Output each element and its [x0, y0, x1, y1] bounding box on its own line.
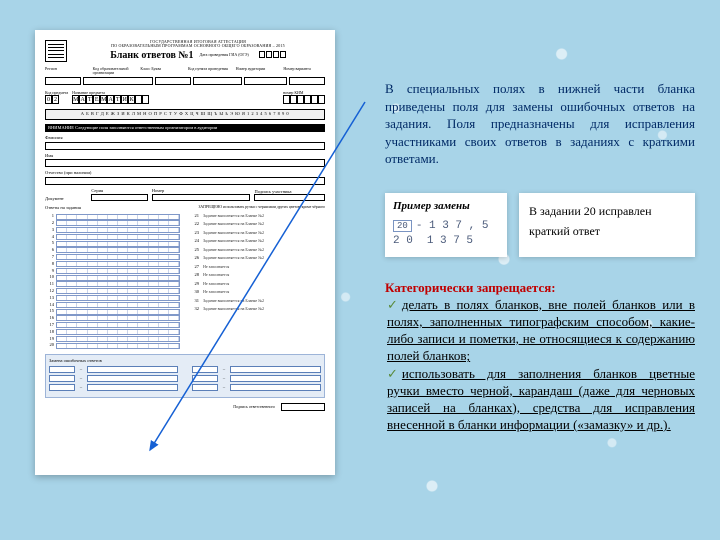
answer-row: 5 [45, 241, 180, 247]
answer-row: 26Задание выполняется на Бланке №2 [190, 256, 325, 261]
replacement-example: Пример замены 20 - 1 3 7 , 5 2 0 1 3 7 5… [385, 193, 695, 257]
answer-row: 4 [45, 234, 180, 240]
lbl-sig: Подпись участника [254, 189, 291, 194]
answer-row: 20 [45, 343, 180, 349]
replacement-zone: Замена ошибочных ответов – – – – – – [45, 354, 325, 398]
answer-row: 17 [45, 322, 180, 328]
answer-row: 29Не заполняется [190, 282, 325, 287]
answer-row: 8 [45, 261, 180, 267]
lbl-aud: Номер аудитории [236, 67, 278, 75]
answer-row: 6 [45, 247, 180, 253]
answer-form-sheet: ГОСУДАРСТВЕННАЯ ИТОГОВАЯ АТТЕСТАЦИЯ ПО О… [35, 30, 335, 475]
answer-row: 19 [45, 336, 180, 342]
lbl-var: Номер варианта [283, 67, 325, 75]
date-label: Дата проведения ГИА (ОГЭ) [199, 53, 248, 57]
lbl-org: Код образовательной организации [93, 67, 135, 75]
answer-row: 21Задание выполняется на Бланке №2 [190, 214, 325, 219]
sig2-label: Подпись ответственного [233, 405, 275, 409]
answer-row: 32Задание выполняется на Бланке №2 [190, 307, 325, 312]
answer-row: 16 [45, 315, 180, 321]
answer-row: 1 [45, 214, 180, 220]
ex-right-line2: краткий ответ [529, 221, 685, 241]
prohibit-item-1: делать в полях бланков, вне полей бланко… [387, 296, 695, 365]
answer-row: 3 [45, 227, 180, 233]
lbl-ppe: Код пункта проведения [188, 67, 230, 75]
barcode-icon [45, 40, 67, 62]
ex-wrong: - 1 3 7 , 5 [416, 220, 489, 232]
answer-row: 7 [45, 254, 180, 260]
ex-right-line1: В задании 20 исправлен [529, 201, 685, 221]
answer-row: 24Задание выполняется на Бланке №2 [190, 239, 325, 244]
lbl-ser: Серия [91, 188, 103, 193]
lbl-region: Регион [45, 67, 87, 75]
answer-row: 12 [45, 288, 180, 294]
prohibition-block: Категорически запрещается: делать в поля… [385, 279, 695, 433]
subject-letter-cells: МАТЕМАТИК [72, 95, 279, 104]
sig2-box [281, 403, 325, 411]
lbl-num: Номер [152, 188, 165, 193]
answer-row: 18 [45, 329, 180, 335]
lbl-fam: Фамилия [45, 136, 325, 141]
ex-task-num: 20 [393, 220, 412, 232]
answer-row: 11 [45, 281, 180, 287]
lbl-doc: Документ [45, 196, 64, 201]
lbl-klass: Класс Буква [140, 67, 182, 75]
answer-row: 25Задание выполняется на Бланке №2 [190, 248, 325, 253]
lbl-imya: Имя [45, 154, 325, 159]
answer-row: 10 [45, 275, 180, 281]
answer-row: 2 [45, 220, 180, 226]
answers-label: Ответы на задания [45, 206, 81, 211]
answer-row: 22Задание выполняется на Бланке №2 [190, 222, 325, 227]
answers-grid: 1234567891011121314151617181920 21Задани… [45, 214, 325, 350]
explanation-paragraph: В специальных полях в нижней части бланк… [385, 80, 695, 168]
attention-bar: ВНИМАНИЕ Следующие поля заполняются отве… [45, 124, 325, 133]
answer-row: 30Не заполняется [190, 290, 325, 295]
answer-row: 9 [45, 268, 180, 274]
example-title: Пример замены [393, 200, 499, 212]
answer-row: 15 [45, 309, 180, 315]
answer-row: 14 [45, 302, 180, 308]
answer-row: 27Не заполняется [190, 265, 325, 270]
prohibit-item-2: использовать для заполнения бланков цвет… [387, 365, 695, 434]
ex-corr-val: 1 3 7 5 [427, 235, 473, 247]
lbl-otch: Отчество (при наличии) [45, 171, 325, 176]
subj-code-0: 0 [45, 95, 52, 104]
answer-row: 23Задание выполняется на Бланке №2 [190, 231, 325, 236]
form-title: Бланк ответов №1 [110, 51, 193, 61]
subj-code-1: 2 [52, 95, 59, 104]
answer-row: 31Задание выполняется на Бланке №2 [190, 299, 325, 304]
prohibit-heading: Категорически запрещается: [385, 279, 695, 296]
answer-row: 28Не заполняется [190, 273, 325, 278]
answer-row: 13 [45, 295, 180, 301]
ex-corr-num: 2 0 [393, 235, 413, 247]
alphabet-sample: А Б В Г Д Е Ж З И К Л М Н О П Р С Т У Ф … [45, 109, 325, 120]
answers-attention: ЗАПРЕЩЕНО использовать ручки с чернилами… [199, 206, 326, 211]
